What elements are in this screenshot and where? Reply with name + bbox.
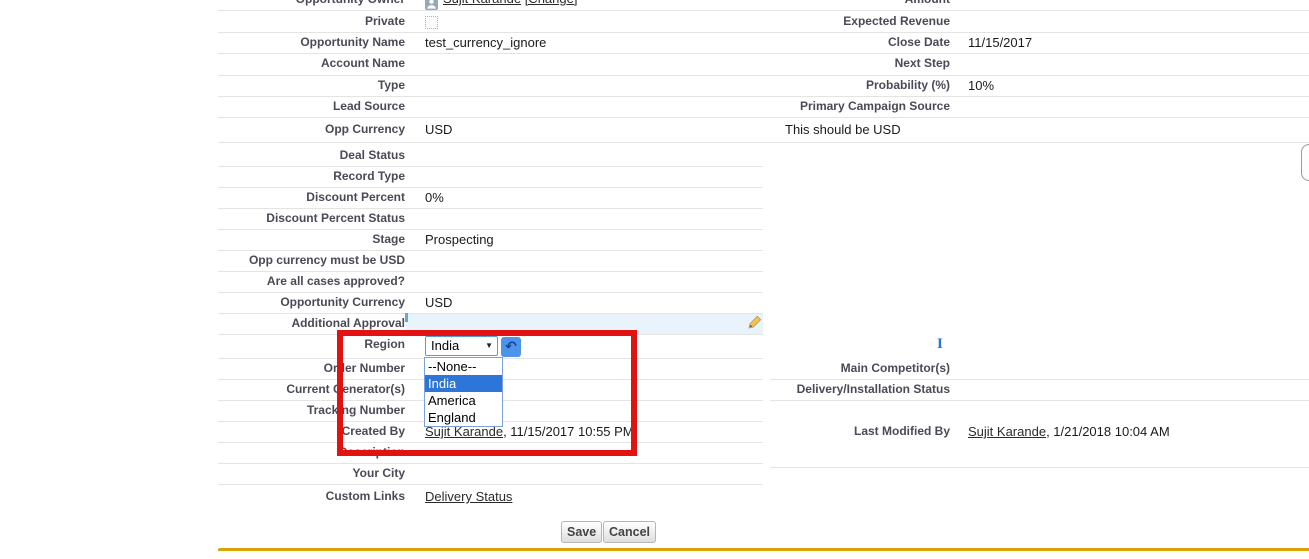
opportunity-currency-value: USD (425, 295, 453, 310)
field-label-lead-source: Lead Source (332, 99, 405, 113)
field-label-account-name: Account Name (320, 56, 405, 70)
section-divider (218, 142, 1309, 143)
field-label-your-city: Your City (352, 466, 405, 480)
opportunity-edit-page: Opportunity Owner Sujit Karande [Change]… (0, 0, 1309, 559)
region-option-england[interactable]: England (425, 409, 502, 426)
field-label-amount: Amount (740, 0, 950, 10)
save-button[interactable]: Save (561, 521, 603, 543)
currency-note-text: This should be USD (785, 122, 901, 137)
field-label-type: Type (377, 78, 405, 92)
field-label-record-type: Record Type (333, 169, 405, 183)
stage-value: Prospecting (425, 232, 494, 247)
field-label-tracking-number: Tracking Number (306, 403, 405, 417)
text-cursor-icon: I (937, 336, 943, 352)
field-label-are-all-cases-approved: Are all cases approved? (266, 274, 405, 288)
field-label-last-modified-by: Last Modified By (853, 424, 950, 438)
field-label-delivery-installation-status: Delivery/Installation Status (796, 382, 950, 396)
field-label-stage: Stage (372, 232, 405, 246)
row-divider (770, 467, 1309, 468)
field-label-current-generators: Current Generator(s) (286, 382, 405, 396)
region-selected-value: India (431, 338, 460, 353)
field-label-custom-links: Custom Links (325, 489, 405, 503)
field-focus-tick (405, 313, 408, 322)
region-option-india[interactable]: India (425, 375, 502, 392)
field-label-main-competitors: Main Competitor(s) (840, 361, 950, 375)
field-label-opp-currency: Opp Currency (324, 122, 405, 136)
field-label-private: Private (364, 14, 405, 28)
private-checkbox[interactable] (425, 16, 438, 29)
created-by-datetime: , 11/15/2017 10:55 PM (503, 424, 634, 439)
field-label-created-by: Created By (341, 424, 405, 438)
last-modified-by-datetime: , 1/21/2018 10:04 AM (1046, 424, 1170, 439)
row-divider (770, 400, 1309, 401)
vertical-scrollbar-thumb[interactable] (1301, 144, 1309, 181)
probability-value: 10% (968, 78, 995, 93)
opp-currency-value: USD (425, 122, 453, 137)
last-modified-by-user-link[interactable]: Sujit Karande (968, 424, 1046, 439)
field-label-opportunity-name: Opportunity Name (300, 35, 405, 49)
inline-edit-pencil-icon[interactable] (748, 315, 762, 329)
field-label-additional-approval: Additional Approval (291, 316, 405, 330)
field-label-discount-percent: Discount Percent (306, 190, 405, 204)
field-label-order-number: Order Number (323, 361, 405, 375)
chevron-down-icon: ▼ (485, 341, 493, 350)
field-label-next-step: Next Step (894, 56, 950, 70)
field-label-description: Description (338, 445, 405, 459)
discount-percent-value: 0% (425, 190, 444, 205)
field-label-opportunity-owner: Opportunity Owner (218, 0, 405, 10)
field-label-deal-status: Deal Status (339, 148, 405, 162)
field-label-opportunity-currency: Opportunity Currency (280, 295, 405, 309)
cancel-button[interactable]: Cancel (603, 521, 656, 543)
region-option-america[interactable]: America (425, 392, 502, 409)
owner-link[interactable]: Sujit Karande (443, 0, 521, 6)
field-label-probability: Probability (%) (865, 78, 950, 92)
section-header-bar (218, 548, 1309, 551)
user-avatar-icon (425, 0, 438, 10)
field-label-discount-percent-status: Discount Percent Status (266, 211, 405, 225)
region-option-none[interactable]: --None-- (425, 358, 502, 375)
field-label-region: Region (364, 337, 405, 351)
owner-change-link[interactable]: [Change] (525, 0, 578, 6)
field-label-close-date: Close Date (887, 35, 950, 49)
region-select[interactable]: India ▼ (425, 336, 498, 356)
field-label-expected-revenue: Expected Revenue (843, 14, 950, 28)
additional-approval-field[interactable] (406, 314, 763, 334)
field-label-primary-campaign-source: Primary Campaign Source (799, 99, 950, 113)
opportunity-name-value: test_currency_ignore (425, 35, 547, 50)
delivery-status-link[interactable]: Delivery Status (425, 489, 512, 504)
close-date-value: 11/15/2017 (968, 35, 1033, 50)
undo-icon[interactable]: ↶ (501, 337, 521, 357)
region-dropdown-list: --None-- India America England (424, 357, 503, 427)
field-label-opp-currency-must-be-usd: Opp currency must be USD (248, 253, 405, 267)
